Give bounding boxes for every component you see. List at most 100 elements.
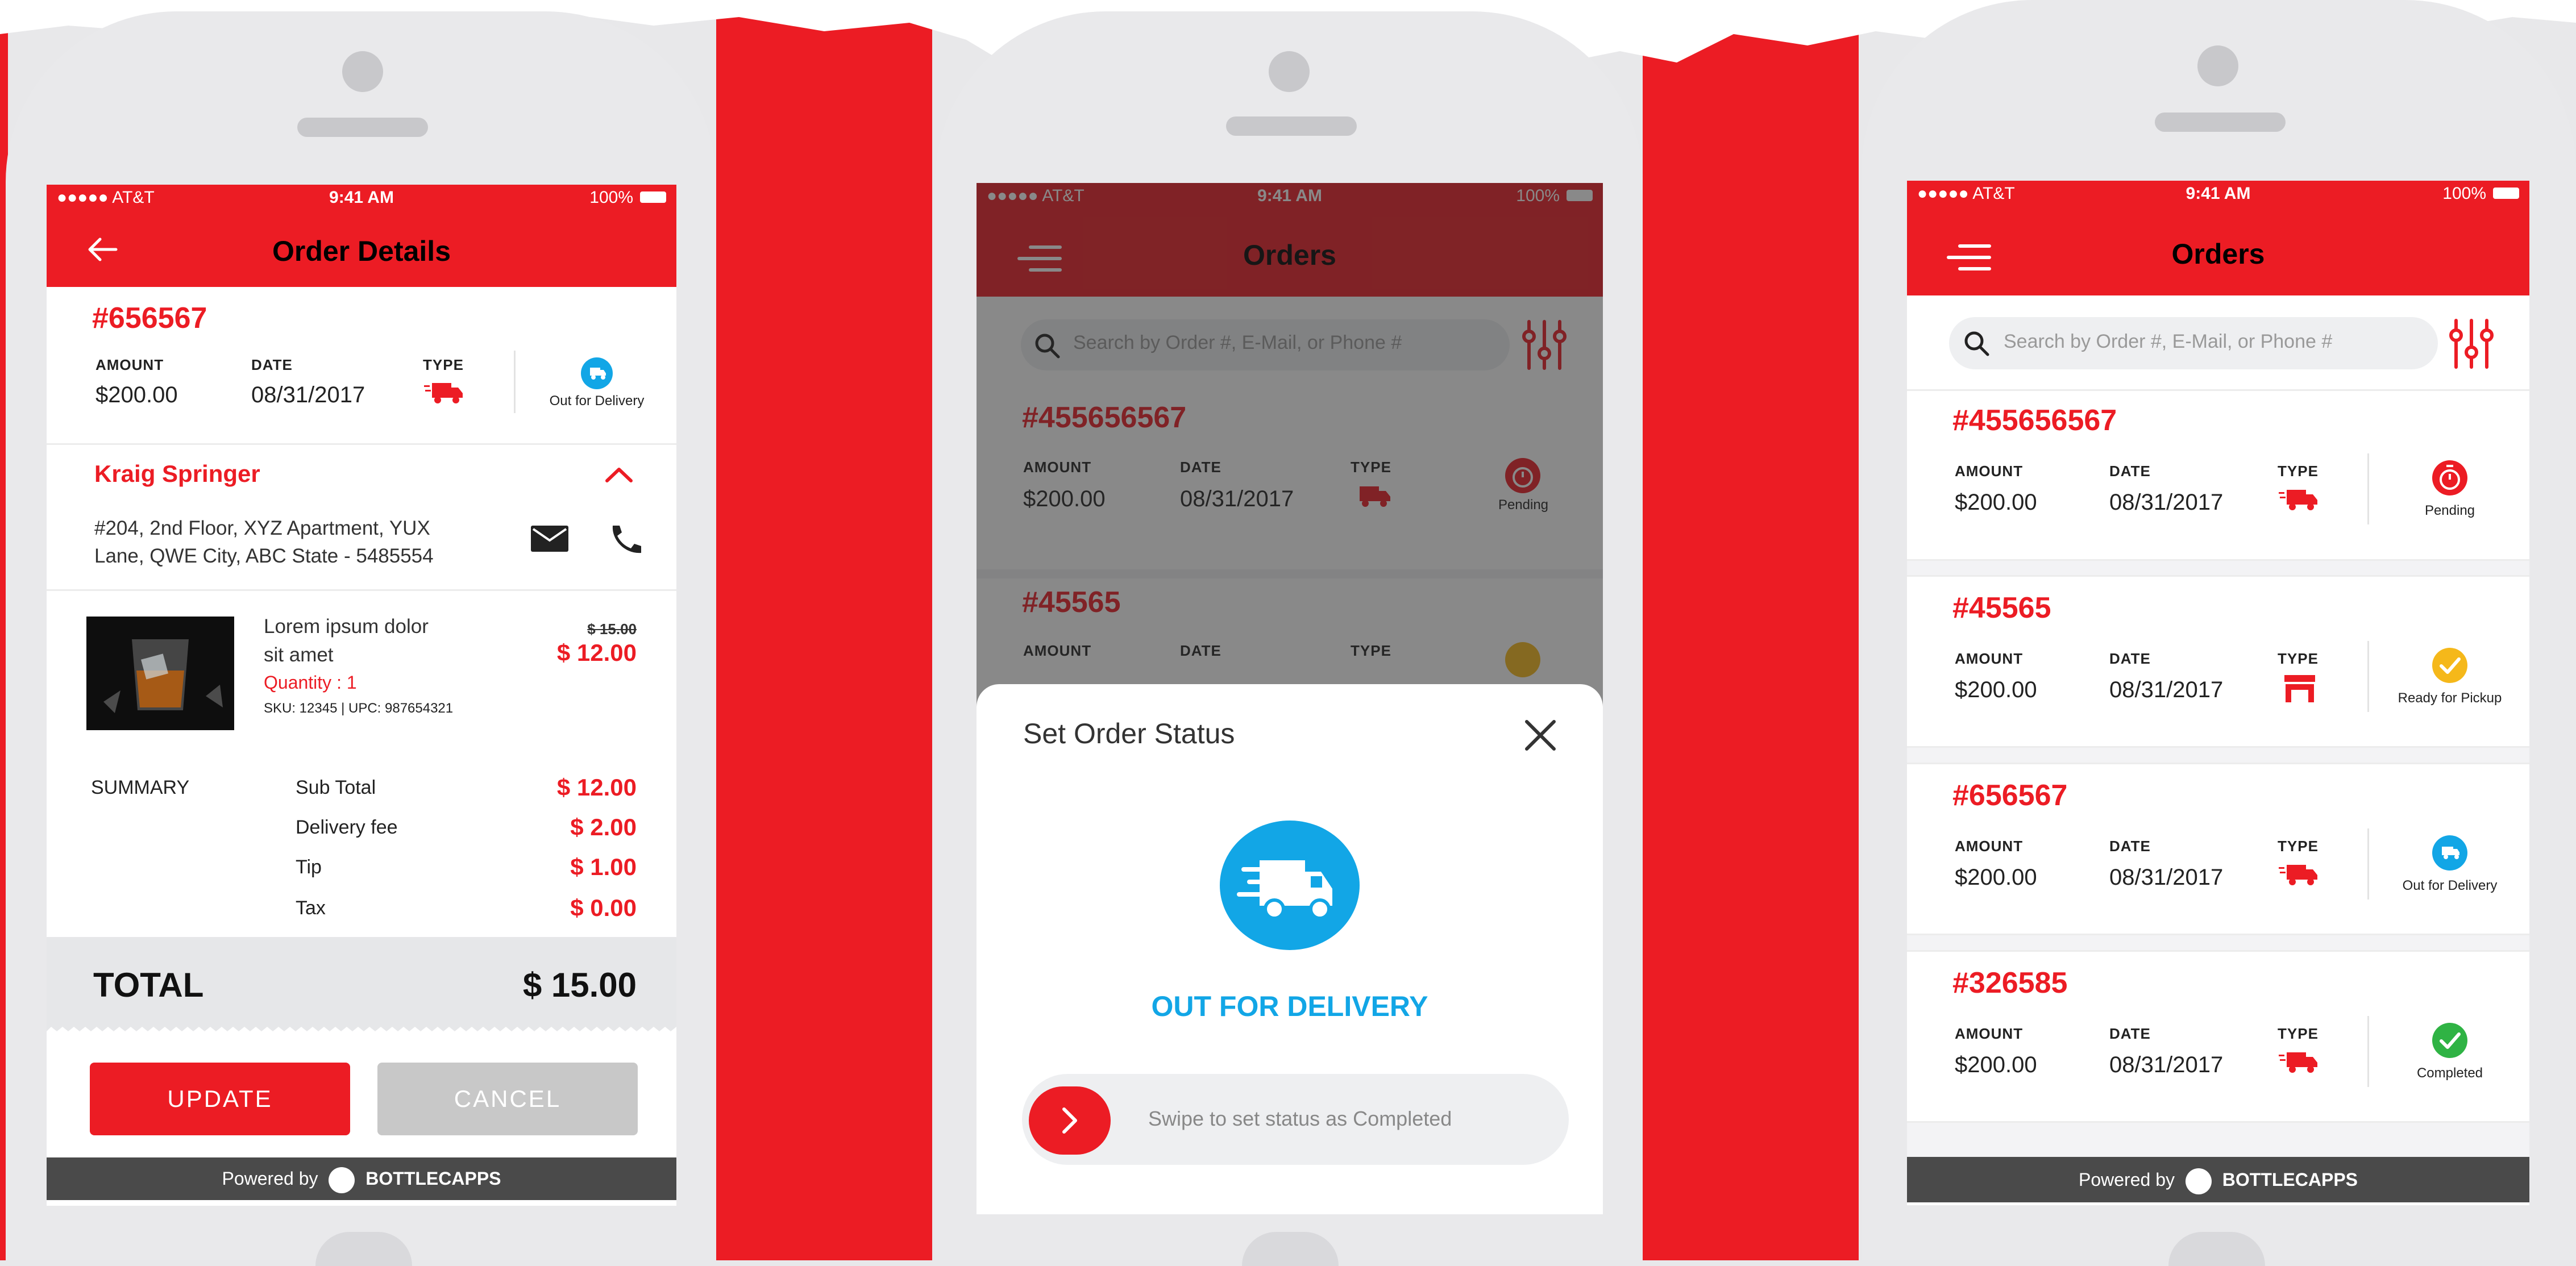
type-label: TYPE	[2278, 838, 2319, 855]
page-title: Order Details	[272, 235, 451, 267]
customer-address-line1: #204, 2nd Floor, XYZ Apartment, YUX	[94, 517, 430, 539]
battery-percent: 100%	[2442, 184, 2486, 203]
brand-name: BOTTLECAPPS	[2222, 1169, 2358, 1190]
mail-icon[interactable]	[531, 526, 568, 552]
product-old-price: $ 15.00	[587, 620, 637, 638]
summary-row-label: Delivery fee	[296, 817, 398, 838]
search-icon	[1964, 331, 1989, 356]
search-input[interactable]: Search by Order #, E-Mail, or Phone #	[2004, 331, 2332, 353]
date-value: 08/31/2017	[2109, 677, 2224, 702]
product-sku: SKU: 12345 | UPC: 987654321	[264, 701, 454, 716]
background-band	[716, 0, 932, 1260]
order-number: #455656567	[1952, 404, 2117, 437]
order-status-label: Out for Delivery	[2402, 878, 2498, 893]
front-camera	[1269, 51, 1310, 92]
modal-title: Set Order Status	[1023, 718, 1235, 749]
order-status-label: Out for Delivery	[549, 393, 645, 409]
status-bar: ●●●●● AT&T 9:41 AM 100%	[1907, 181, 2529, 207]
powered-by-footer: Powered by BOTTLECAPPS	[47, 1157, 676, 1200]
order-status-label: Pending	[2424, 503, 2475, 518]
divider	[2367, 453, 2369, 524]
divider	[2367, 641, 2369, 712]
close-icon[interactable]	[1523, 718, 1557, 752]
orders-screen: ●●●●● AT&T 9:41 AM 100% Orders Search by…	[1907, 181, 2529, 1205]
order-number: #656567	[92, 302, 207, 335]
date-value: 08/31/2017	[251, 382, 365, 407]
amount-label: AMOUNT	[1955, 838, 2024, 855]
amount-value: $200.00	[1955, 490, 2037, 515]
type-label: TYPE	[2278, 650, 2319, 667]
product-image	[86, 617, 234, 730]
product-name-line2: sit amet	[264, 644, 334, 666]
delivery-icon	[1220, 821, 1360, 950]
orders-screen-with-modal: ●●●●● AT&T 9:41 AM 100% Orders Search by…	[977, 183, 1603, 1214]
divider	[2367, 828, 2369, 899]
summary-label: SUMMARY	[91, 777, 190, 798]
front-camera	[2197, 45, 2238, 86]
powered-by-text: Powered by	[2079, 1169, 2175, 1190]
delivery-icon	[581, 357, 613, 389]
order-number: #656567	[1952, 779, 2068, 812]
summary-row-label: Tax	[296, 897, 326, 919]
status-bar: ●●●●● AT&T 9:41 AM 100%	[47, 185, 676, 211]
cancel-button[interactable]: CANCEL	[377, 1063, 638, 1135]
divider	[2367, 1016, 2369, 1087]
summary-row-value: $ 0.00	[570, 894, 637, 921]
amount-value: $200.00	[1955, 865, 2037, 890]
summary-row-value: $ 1.00	[570, 853, 637, 880]
total-label: TOTAL	[93, 966, 204, 1004]
front-camera	[342, 51, 383, 92]
amount-label: AMOUNT	[1955, 463, 2024, 480]
order-number: #326585	[1952, 967, 2068, 1000]
type-label: TYPE	[2278, 463, 2319, 480]
customer-address-line2: Lane, QWE City, ABC State - 5485554	[94, 545, 434, 567]
amount-label: AMOUNT	[95, 356, 164, 373]
date-value: 08/31/2017	[2109, 490, 2224, 515]
truck-icon	[2279, 865, 2317, 885]
order-status-label: Ready for Pickup	[2398, 690, 2502, 706]
amount-value: $200.00	[95, 382, 178, 407]
total-value: $ 15.00	[522, 966, 637, 1004]
home-button[interactable]	[1242, 1232, 1339, 1266]
bottlecapps-logo-icon	[2185, 1168, 2212, 1194]
swipe-label: Swipe to set status as Completed	[1148, 1107, 1452, 1130]
product-quantity: Quantity : 1	[264, 672, 357, 693]
date-value: 08/31/2017	[2109, 865, 2224, 890]
date-label: DATE	[2109, 838, 2151, 855]
status-text: OUT FOR DELIVERY	[1151, 990, 1428, 1022]
date-label: DATE	[2109, 1025, 2151, 1042]
summary-row-value: $ 12.00	[556, 774, 637, 801]
clock: 9:41 AM	[2186, 184, 2251, 203]
filter-icon[interactable]	[2449, 318, 2494, 369]
type-label: TYPE	[423, 356, 464, 373]
home-button[interactable]	[2168, 1232, 2265, 1266]
swipe-handle[interactable]	[1029, 1086, 1111, 1155]
summary-row-label: Sub Total	[296, 777, 376, 798]
truck-icon	[2279, 1052, 2317, 1073]
section-divider	[47, 443, 676, 445]
amount-value: $200.00	[1955, 677, 2037, 702]
amount-label: AMOUNT	[1955, 1025, 2024, 1042]
chevron-up-icon[interactable]	[605, 466, 633, 483]
amount-label: AMOUNT	[1955, 650, 2024, 667]
background-band	[1643, 0, 1859, 1260]
order-details-screen: ●●●●● AT&T 9:41 AM 100% Order Details #6…	[47, 185, 676, 1206]
update-button[interactable]: UPDATE	[90, 1063, 350, 1135]
home-button[interactable]	[315, 1232, 412, 1266]
phone-icon[interactable]	[608, 523, 642, 555]
bottlecapps-logo-icon	[329, 1167, 355, 1193]
battery-percent: 100%	[589, 188, 633, 207]
truck-icon	[2279, 490, 2317, 510]
earpiece-speaker	[1226, 116, 1357, 136]
timer-icon	[2432, 460, 2467, 495]
brand-name: BOTTLECAPPS	[365, 1168, 501, 1189]
earpiece-speaker	[297, 118, 428, 137]
product-price: $ 12.00	[556, 639, 637, 666]
type-label: TYPE	[2278, 1025, 2319, 1042]
summary-row-value: $ 2.00	[570, 814, 637, 840]
check-icon	[2432, 648, 2467, 683]
powered-by-text: Powered by	[222, 1168, 318, 1189]
page-title: Orders	[2171, 238, 2265, 270]
summary-row-label: Tip	[296, 856, 322, 878]
amount-value: $200.00	[1955, 1052, 2037, 1077]
